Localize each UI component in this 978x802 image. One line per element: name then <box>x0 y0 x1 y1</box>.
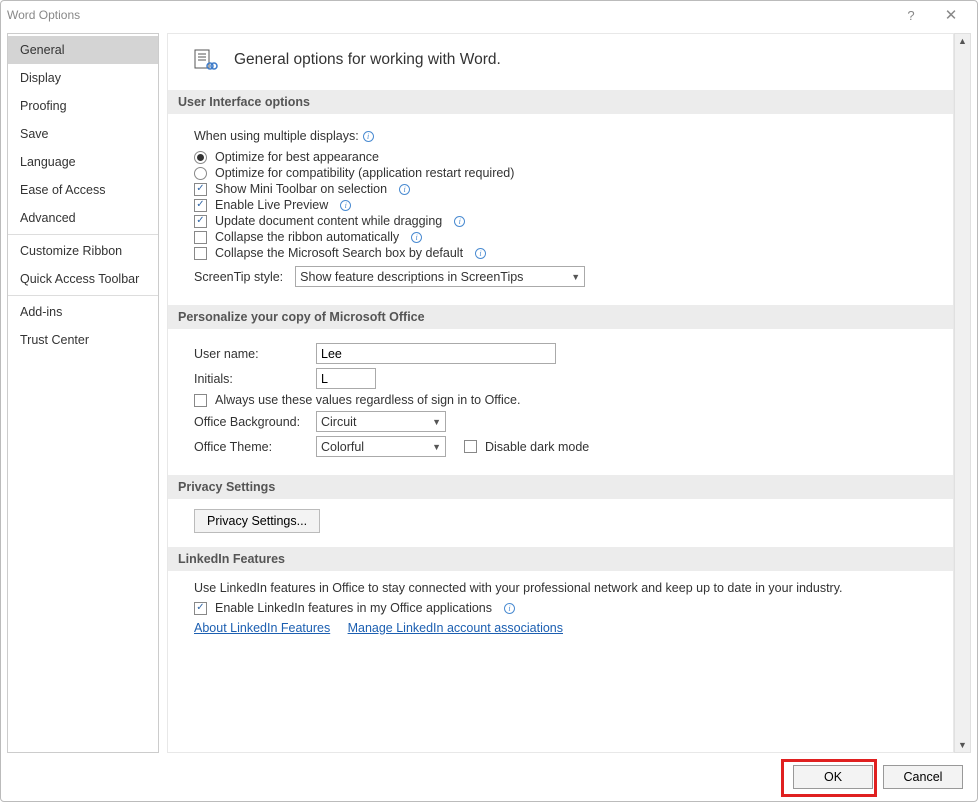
privacy-settings-button[interactable]: Privacy Settings... <box>194 509 320 533</box>
info-icon[interactable] <box>399 184 410 195</box>
word-options-dialog: Word Options ? ✕ General Display Proofin… <box>0 0 978 802</box>
info-icon[interactable] <box>504 603 515 614</box>
section-privacy-header: Privacy Settings <box>168 475 953 499</box>
radio-dot-icon <box>194 167 207 180</box>
check-always-use-values[interactable]: Always use these values regardless of si… <box>194 393 933 407</box>
checkbox-icon <box>194 231 207 244</box>
general-options-icon <box>194 48 218 72</box>
sidebar-item-trust-center[interactable]: Trust Center <box>8 326 158 354</box>
screentip-label: ScreenTip style: <box>194 270 283 284</box>
checkbox-icon <box>194 183 207 196</box>
initials-label: Initials: <box>194 372 304 386</box>
help-button[interactable]: ? <box>891 8 931 23</box>
username-label: User name: <box>194 347 304 361</box>
linkedin-description: Use LinkedIn features in Office to stay … <box>194 581 933 595</box>
office-background-select[interactable]: Circuit ▼ <box>316 411 446 432</box>
multi-displays-label: When using multiple displays: <box>194 129 359 143</box>
checkbox-icon <box>194 215 207 228</box>
section-personalize-header: Personalize your copy of Microsoft Offic… <box>168 305 953 329</box>
page-heading: General options for working with Word. <box>234 51 501 69</box>
radio-dot-icon <box>194 151 207 164</box>
checkbox-icon <box>194 394 207 407</box>
chevron-down-icon: ▼ <box>432 417 441 427</box>
vertical-scrollbar[interactable]: ▲ ▼ <box>954 33 971 753</box>
check-mini-toolbar[interactable]: Show Mini Toolbar on selection <box>194 182 933 196</box>
chevron-down-icon: ▼ <box>571 272 580 282</box>
check-live-preview[interactable]: Enable Live Preview <box>194 198 933 212</box>
office-background-label: Office Background: <box>194 415 304 429</box>
info-icon[interactable] <box>454 216 465 227</box>
initials-input[interactable] <box>316 368 376 389</box>
sidebar-item-add-ins[interactable]: Add-ins <box>8 298 158 326</box>
scroll-down-icon[interactable]: ▼ <box>958 738 967 752</box>
close-button[interactable]: ✕ <box>931 6 971 24</box>
chevron-down-icon: ▼ <box>432 442 441 452</box>
dialog-footer: OK Cancel <box>1 757 977 801</box>
checkbox-icon <box>194 247 207 260</box>
sidebar-item-display[interactable]: Display <box>8 64 158 92</box>
check-collapse-search[interactable]: Collapse the Microsoft Search box by def… <box>194 246 933 260</box>
sidebar-separator <box>8 295 158 296</box>
sidebar-item-language[interactable]: Language <box>8 148 158 176</box>
check-disable-dark-mode[interactable]: Disable dark mode <box>464 440 589 454</box>
checkbox-icon <box>194 602 207 615</box>
username-input[interactable] <box>316 343 556 364</box>
office-theme-label: Office Theme: <box>194 440 304 454</box>
screentip-select[interactable]: Show feature descriptions in ScreenTips … <box>295 266 585 287</box>
manage-linkedin-link[interactable]: Manage LinkedIn account associations <box>348 621 563 635</box>
section-linkedin-header: LinkedIn Features <box>168 547 953 571</box>
checkbox-icon <box>464 440 477 453</box>
info-icon[interactable] <box>411 232 422 243</box>
sidebar-item-quick-access-toolbar[interactable]: Quick Access Toolbar <box>8 265 158 293</box>
window-title: Word Options <box>7 8 80 22</box>
sidebar-item-ease-of-access[interactable]: Ease of Access <box>8 176 158 204</box>
check-enable-linkedin[interactable]: Enable LinkedIn features in my Office ap… <box>194 601 933 615</box>
office-theme-select[interactable]: Colorful ▼ <box>316 436 446 457</box>
sidebar-item-save[interactable]: Save <box>8 120 158 148</box>
sidebar-item-proofing[interactable]: Proofing <box>8 92 158 120</box>
scroll-up-icon[interactable]: ▲ <box>958 34 967 48</box>
info-icon[interactable] <box>475 248 486 259</box>
radio-optimize-compatibility[interactable]: Optimize for compatibility (application … <box>194 166 933 180</box>
checkbox-icon <box>194 199 207 212</box>
about-linkedin-link[interactable]: About LinkedIn Features <box>194 621 330 635</box>
check-update-dragging[interactable]: Update document content while dragging <box>194 214 933 228</box>
check-collapse-ribbon[interactable]: Collapse the ribbon automatically <box>194 230 933 244</box>
content-panel: General options for working with Word. U… <box>167 33 954 753</box>
info-icon[interactable] <box>363 131 374 142</box>
titlebar: Word Options ? ✕ <box>1 1 977 29</box>
sidebar-separator <box>8 234 158 235</box>
sidebar-item-general[interactable]: General <box>8 36 158 64</box>
cancel-button[interactable]: Cancel <box>883 765 963 789</box>
section-ui-options-header: User Interface options <box>168 90 953 114</box>
radio-optimize-appearance[interactable]: Optimize for best appearance <box>194 150 933 164</box>
info-icon[interactable] <box>340 200 351 211</box>
sidebar-item-advanced[interactable]: Advanced <box>8 204 158 232</box>
sidebar: General Display Proofing Save Language E… <box>7 33 159 753</box>
sidebar-item-customize-ribbon[interactable]: Customize Ribbon <box>8 237 158 265</box>
ok-button[interactable]: OK <box>793 765 873 789</box>
